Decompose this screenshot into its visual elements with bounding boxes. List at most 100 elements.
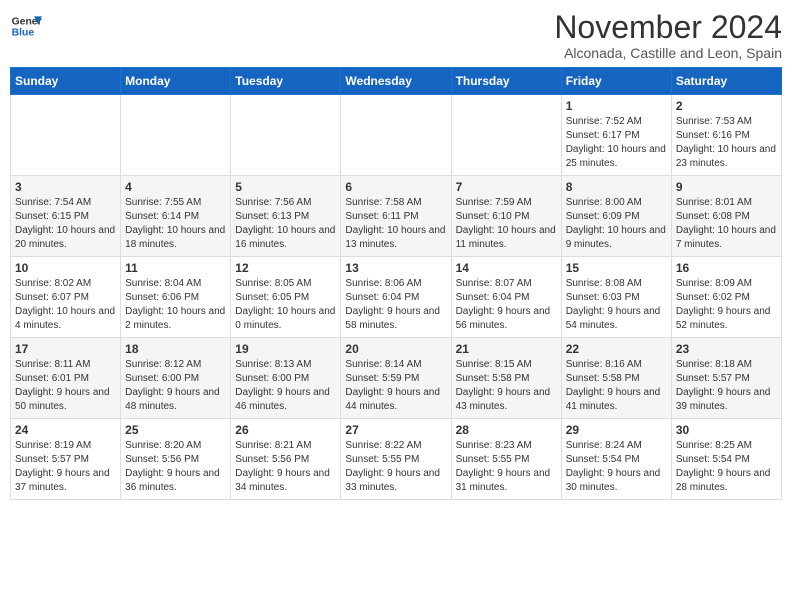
calendar-cell: 21 Sunrise: 8:15 AM Sunset: 5:58 PM Dayli… xyxy=(451,338,561,419)
calendar-cell: 2 Sunrise: 7:53 AM Sunset: 6:16 PM Daylig… xyxy=(671,95,781,176)
day-info: Sunrise: 8:02 AM Sunset: 6:07 PM Dayligh… xyxy=(15,277,116,333)
calendar-cell: 15 Sunrise: 8:08 AM Sunset: 6:03 PM Dayli… xyxy=(561,257,671,338)
day-info: Sunrise: 7:55 AM Sunset: 6:14 PM Dayligh… xyxy=(125,196,226,252)
day-info: Sunrise: 8:18 AM Sunset: 5:57 PM Dayligh… xyxy=(676,358,777,414)
logo: General Blue xyxy=(10,10,42,42)
day-of-week-header: Tuesday xyxy=(231,68,341,95)
day-number: 3 xyxy=(15,180,116,194)
page-header: General Blue November 2024 Alconada, Cas… xyxy=(10,10,782,61)
day-number: 26 xyxy=(235,423,336,437)
calendar-cell: 27Sunrise: 8:22 AM Sunset: 5:55 PM Dayli… xyxy=(341,419,451,500)
calendar-cell: 12 Sunrise: 8:05 AM Sunset: 6:05 PM Dayli… xyxy=(231,257,341,338)
day-info: Sunrise: 8:01 AM Sunset: 6:08 PM Dayligh… xyxy=(676,196,777,252)
calendar-cell xyxy=(231,95,341,176)
day-info: Sunrise: 8:12 AM Sunset: 6:00 PM Dayligh… xyxy=(125,358,226,414)
day-info: Sunrise: 7:58 AM Sunset: 6:11 PM Dayligh… xyxy=(345,196,446,252)
day-info: Sunrise: 8:05 AM Sunset: 6:05 PM Dayligh… xyxy=(235,277,336,333)
calendar-cell: 11Sunrise: 8:04 AM Sunset: 6:06 PM Dayli… xyxy=(121,257,231,338)
day-number: 25 xyxy=(125,423,226,437)
day-info: Sunrise: 8:14 AM Sunset: 5:59 PM Dayligh… xyxy=(345,358,446,414)
day-number: 18 xyxy=(125,342,226,356)
day-info: Sunrise: 8:08 AM Sunset: 6:03 PM Dayligh… xyxy=(566,277,667,333)
title-section: November 2024 Alconada, Castille and Leo… xyxy=(554,10,782,61)
calendar-cell xyxy=(121,95,231,176)
day-of-week-header: Thursday xyxy=(451,68,561,95)
calendar-cell: 17 Sunrise: 8:11 AM Sunset: 6:01 PM Dayli… xyxy=(11,338,121,419)
calendar-week-row: 10 Sunrise: 8:02 AM Sunset: 6:07 PM Dayli… xyxy=(11,257,782,338)
day-number: 30 xyxy=(676,423,777,437)
calendar-cell: 19 Sunrise: 8:13 AM Sunset: 6:00 PM Dayli… xyxy=(231,338,341,419)
day-number: 5 xyxy=(235,180,336,194)
calendar-cell: 25 Sunrise: 8:20 AM Sunset: 5:56 PM Dayli… xyxy=(121,419,231,500)
day-number: 28 xyxy=(456,423,557,437)
day-info: Sunrise: 8:20 AM Sunset: 5:56 PM Dayligh… xyxy=(125,439,226,495)
calendar-cell: 3 Sunrise: 7:54 AM Sunset: 6:15 PM Daylig… xyxy=(11,176,121,257)
day-number: 22 xyxy=(566,342,667,356)
day-number: 1 xyxy=(566,99,667,113)
calendar-cell: 5 Sunrise: 7:56 AM Sunset: 6:13 PM Daylig… xyxy=(231,176,341,257)
day-number: 12 xyxy=(235,261,336,275)
day-number: 17 xyxy=(15,342,116,356)
calendar-cell: 23 Sunrise: 8:18 AM Sunset: 5:57 PM Dayli… xyxy=(671,338,781,419)
day-number: 23 xyxy=(676,342,777,356)
day-info: Sunrise: 8:16 AM Sunset: 5:58 PM Dayligh… xyxy=(566,358,667,414)
calendar-cell xyxy=(11,95,121,176)
calendar-cell: 18 Sunrise: 8:12 AM Sunset: 6:00 PM Dayli… xyxy=(121,338,231,419)
logo-icon: General Blue xyxy=(10,10,42,42)
calendar-header-row: SundayMondayTuesdayWednesdayThursdayFrid… xyxy=(11,68,782,95)
day-info: Sunrise: 8:13 AM Sunset: 6:00 PM Dayligh… xyxy=(235,358,336,414)
day-info: Sunrise: 8:07 AM Sunset: 6:04 PM Dayligh… xyxy=(456,277,557,333)
calendar-week-row: 1Sunrise: 7:52 AM Sunset: 6:17 PM Daylig… xyxy=(11,95,782,176)
day-of-week-header: Sunday xyxy=(11,68,121,95)
day-number: 24 xyxy=(15,423,116,437)
calendar-cell: 8Sunrise: 8:00 AM Sunset: 6:09 PM Daylig… xyxy=(561,176,671,257)
day-info: Sunrise: 8:22 AM Sunset: 5:55 PM Dayligh… xyxy=(345,439,446,495)
day-info: Sunrise: 8:23 AM Sunset: 5:55 PM Dayligh… xyxy=(456,439,557,495)
day-of-week-header: Monday xyxy=(121,68,231,95)
day-number: 15 xyxy=(566,261,667,275)
calendar-cell: 9 Sunrise: 8:01 AM Sunset: 6:08 PM Daylig… xyxy=(671,176,781,257)
day-info: Sunrise: 8:11 AM Sunset: 6:01 PM Dayligh… xyxy=(15,358,116,414)
calendar-week-row: 17 Sunrise: 8:11 AM Sunset: 6:01 PM Dayli… xyxy=(11,338,782,419)
calendar-cell: 13Sunrise: 8:06 AM Sunset: 6:04 PM Dayli… xyxy=(341,257,451,338)
day-info: Sunrise: 7:56 AM Sunset: 6:13 PM Dayligh… xyxy=(235,196,336,252)
day-info: Sunrise: 8:25 AM Sunset: 5:54 PM Dayligh… xyxy=(676,439,777,495)
day-number: 10 xyxy=(15,261,116,275)
calendar-cell: 6 Sunrise: 7:58 AM Sunset: 6:11 PM Daylig… xyxy=(341,176,451,257)
location: Alconada, Castille and Leon, Spain xyxy=(554,45,782,61)
day-number: 11 xyxy=(125,261,226,275)
day-number: 4 xyxy=(125,180,226,194)
calendar-cell xyxy=(341,95,451,176)
day-info: Sunrise: 8:15 AM Sunset: 5:58 PM Dayligh… xyxy=(456,358,557,414)
day-number: 9 xyxy=(676,180,777,194)
day-info: Sunrise: 8:06 AM Sunset: 6:04 PM Dayligh… xyxy=(345,277,446,333)
svg-text:Blue: Blue xyxy=(12,28,35,39)
calendar-cell: 10 Sunrise: 8:02 AM Sunset: 6:07 PM Dayli… xyxy=(11,257,121,338)
day-of-week-header: Friday xyxy=(561,68,671,95)
calendar-cell: 22 Sunrise: 8:16 AM Sunset: 5:58 PM Dayli… xyxy=(561,338,671,419)
day-of-week-header: Saturday xyxy=(671,68,781,95)
calendar-cell: 20Sunrise: 8:14 AM Sunset: 5:59 PM Dayli… xyxy=(341,338,451,419)
calendar-cell: 14 Sunrise: 8:07 AM Sunset: 6:04 PM Dayli… xyxy=(451,257,561,338)
day-number: 19 xyxy=(235,342,336,356)
calendar-table: SundayMondayTuesdayWednesdayThursdayFrid… xyxy=(10,67,782,500)
day-info: Sunrise: 8:09 AM Sunset: 6:02 PM Dayligh… xyxy=(676,277,777,333)
day-number: 14 xyxy=(456,261,557,275)
day-number: 2 xyxy=(676,99,777,113)
day-number: 21 xyxy=(456,342,557,356)
day-number: 8 xyxy=(566,180,667,194)
day-of-week-header: Wednesday xyxy=(341,68,451,95)
calendar-cell: 29 Sunrise: 8:24 AM Sunset: 5:54 PM Dayli… xyxy=(561,419,671,500)
calendar-cell: 7Sunrise: 7:59 AM Sunset: 6:10 PM Daylig… xyxy=(451,176,561,257)
calendar-cell: 26 Sunrise: 8:21 AM Sunset: 5:56 PM Dayli… xyxy=(231,419,341,500)
day-number: 29 xyxy=(566,423,667,437)
day-number: 6 xyxy=(345,180,446,194)
day-info: Sunrise: 8:24 AM Sunset: 5:54 PM Dayligh… xyxy=(566,439,667,495)
day-info: Sunrise: 8:19 AM Sunset: 5:57 PM Dayligh… xyxy=(15,439,116,495)
day-info: Sunrise: 8:21 AM Sunset: 5:56 PM Dayligh… xyxy=(235,439,336,495)
calendar-cell: 16 Sunrise: 8:09 AM Sunset: 6:02 PM Dayli… xyxy=(671,257,781,338)
day-info: Sunrise: 7:53 AM Sunset: 6:16 PM Dayligh… xyxy=(676,115,777,171)
day-number: 16 xyxy=(676,261,777,275)
day-info: Sunrise: 7:54 AM Sunset: 6:15 PM Dayligh… xyxy=(15,196,116,252)
calendar-cell: 24 Sunrise: 8:19 AM Sunset: 5:57 PM Dayli… xyxy=(11,419,121,500)
